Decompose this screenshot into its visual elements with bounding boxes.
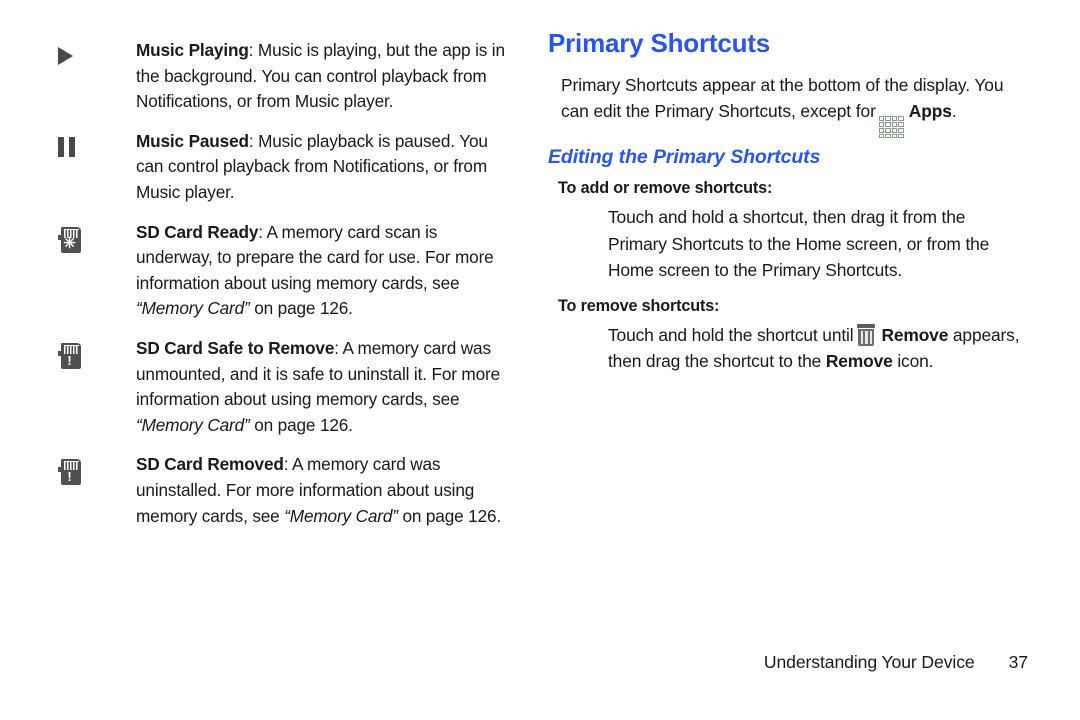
list-item-reference: “Memory Card” — [136, 414, 250, 435]
list-item: Music Playing: Music is playing, but the… — [52, 38, 512, 115]
list-item-text: SD Card Removed: A memory card was unins… — [136, 452, 512, 529]
list-item: Music Paused: Music playback is paused. … — [52, 129, 512, 206]
remove-text-after: icon. — [897, 351, 934, 372]
footer-section-title: Understanding Your Device — [763, 652, 975, 672]
list-item-reference: “Memory Card” — [284, 505, 398, 526]
list-item-term: Music Playing — [136, 40, 249, 60]
section-subtitle: Editing the Primary Shortcuts — [548, 146, 821, 169]
list-item-term: SD Card Safe to Remove — [136, 337, 335, 358]
left-column: Music Playing: Music is playing, but the… — [52, 38, 512, 543]
list-item: ! SD Card Removed: A memory card was uni… — [52, 452, 512, 529]
remove-body: Touch and hold the shortcut until Remove … — [548, 322, 1028, 375]
add-remove-heading: To add or remove shortcuts: — [558, 179, 773, 198]
intro-paragraph: Primary Shortcuts appear at the bottom o… — [548, 72, 1028, 139]
list-item-text: Music Paused: Music playback is paused. … — [136, 129, 512, 206]
remove-text-before-icon: Touch and hold the shortcut until — [608, 324, 854, 345]
intro-text-after-icon: . — [951, 101, 957, 121]
apps-grid-icon — [878, 116, 904, 139]
list-item: ! SD Card Safe to Remove: A memory card … — [52, 336, 512, 438]
list-item-text: Music Playing: Music is playing, but the… — [136, 38, 512, 115]
icon-cell — [52, 129, 136, 157]
icon-cell — [52, 38, 136, 65]
add-remove-body: Touch and hold a shortcut, then drag it … — [608, 207, 990, 281]
list-item-page-ref: on page 126. — [249, 414, 353, 435]
list-item-text: SD Card Ready: A memory card scan is und… — [136, 220, 512, 322]
icon-cell: ✳ — [52, 220, 136, 253]
right-column: Primary Shortcuts Primary Shortcuts appe… — [548, 28, 1028, 385]
icon-cell: ! — [52, 336, 136, 369]
list-item-term: SD Card Ready — [136, 221, 259, 242]
list-item-page-ref: on page 126. — [249, 298, 353, 319]
remove-label-1: Remove — [881, 324, 949, 345]
sd-card-safe-to-remove-icon: ! — [58, 342, 81, 369]
list-item-term: Music Paused — [136, 130, 249, 151]
play-icon — [58, 47, 73, 65]
trash-icon — [857, 323, 876, 346]
list-item-text: SD Card Safe to Remove: A memory card wa… — [136, 336, 512, 438]
remove-heading: To remove shortcuts: — [558, 296, 720, 315]
sd-card-removed-icon: ! — [58, 459, 81, 486]
sd-card-ready-icon: ✳ — [58, 226, 81, 253]
page-footer: Understanding Your Device 37 — [0, 652, 1028, 673]
list-item-reference: “Memory Card” — [136, 298, 250, 319]
manual-page: Music Playing: Music is playing, but the… — [0, 0, 1080, 720]
pause-icon — [58, 136, 75, 157]
apps-label: Apps — [908, 101, 952, 121]
list-item-page-ref: on page 126. — [397, 505, 502, 526]
list-item: ✳ SD Card Ready: A memory card scan is u… — [52, 220, 512, 322]
remove-label-2: Remove — [825, 351, 893, 372]
footer-page-number: 37 — [1008, 652, 1028, 672]
icon-cell: ! — [52, 452, 136, 486]
page-title: Primary Shortcuts — [548, 28, 771, 58]
list-item-term: SD Card Removed — [136, 454, 284, 475]
